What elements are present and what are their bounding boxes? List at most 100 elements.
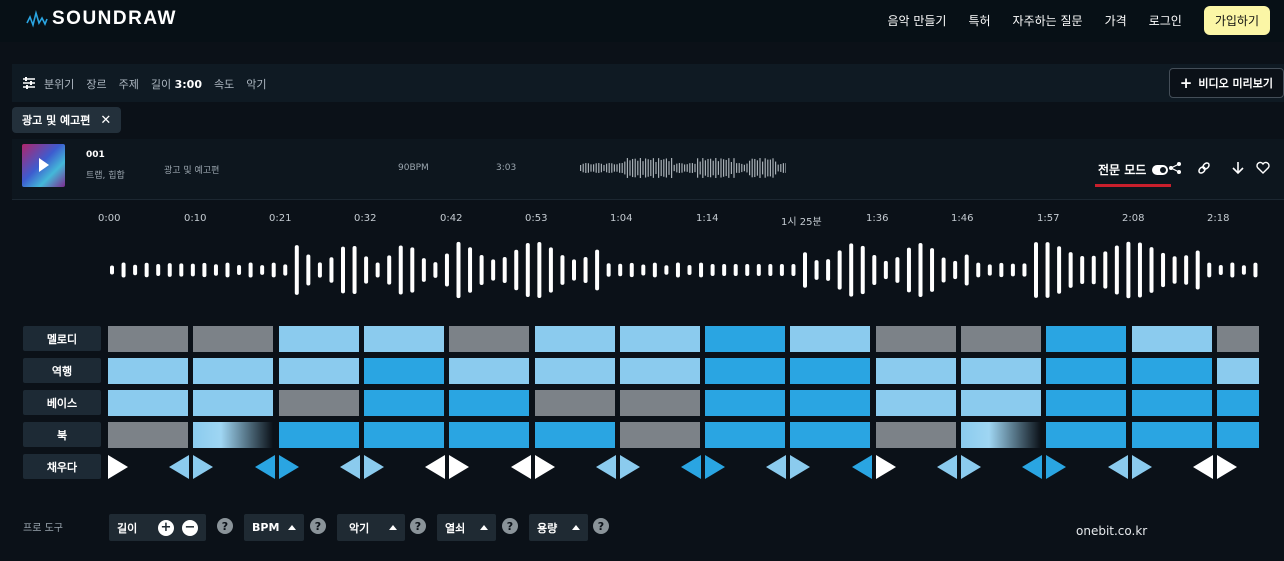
section-block[interactable]	[193, 358, 274, 384]
heart-icon[interactable]	[1256, 161, 1270, 175]
video-preview-button[interactable]: + 비디오 미리보기	[1168, 68, 1284, 98]
fill-right-triangle-icon[interactable]	[1131, 455, 1152, 479]
fill-right-triangle-icon[interactable]	[1046, 455, 1067, 479]
section-block[interactable]	[619, 422, 700, 448]
section-block[interactable]	[1131, 390, 1212, 416]
bpm-control[interactable]: BPM	[244, 514, 304, 541]
mini-waveform[interactable]	[580, 157, 786, 179]
section-block[interactable]	[790, 422, 871, 448]
section-block[interactable]	[790, 326, 871, 352]
section-block[interactable]	[363, 390, 444, 416]
fill-right-triangle-icon[interactable]	[108, 455, 128, 479]
nav-patent[interactable]: 특허	[968, 12, 990, 29]
section-block[interactable]	[1216, 390, 1259, 416]
sliders-icon[interactable]	[22, 76, 36, 90]
section-block[interactable]	[790, 390, 871, 416]
fill-right-triangle-icon[interactable]	[705, 455, 726, 479]
fill-right-triangle-icon[interactable]	[1216, 455, 1237, 479]
section-block[interactable]	[705, 358, 786, 384]
section-block[interactable]	[619, 358, 700, 384]
help-icon[interactable]: ?	[410, 518, 426, 534]
section-block[interactable]	[193, 390, 274, 416]
link-icon[interactable]	[1197, 161, 1211, 175]
section-block[interactable]	[1216, 422, 1259, 448]
fill-left-triangle-icon[interactable]	[425, 455, 446, 479]
section-block[interactable]	[790, 358, 871, 384]
section-block[interactable]	[108, 390, 188, 416]
section-block[interactable]	[278, 390, 359, 416]
fill-right-triangle-icon[interactable]	[193, 455, 214, 479]
fill-left-triangle-icon[interactable]	[595, 455, 616, 479]
fill-left-triangle-icon[interactable]	[254, 455, 275, 479]
section-block[interactable]	[961, 358, 1041, 384]
toggle-switch-icon[interactable]	[1152, 164, 1169, 175]
section-block[interactable]	[363, 358, 444, 384]
section-block[interactable]	[1216, 358, 1259, 384]
fill-right-triangle-icon[interactable]	[363, 455, 384, 479]
section-block[interactable]	[449, 326, 530, 352]
fill-left-triangle-icon[interactable]	[510, 455, 531, 479]
share-icon[interactable]	[1168, 161, 1182, 175]
fill-left-triangle-icon[interactable]	[169, 455, 190, 479]
section-block[interactable]	[278, 422, 359, 448]
section-block[interactable]	[278, 358, 359, 384]
minus-circle-icon[interactable]: −	[182, 519, 198, 536]
fill-left-triangle-icon[interactable]	[1022, 455, 1043, 479]
section-block[interactable]	[1046, 390, 1127, 416]
fill-right-triangle-icon[interactable]	[875, 455, 896, 479]
section-block[interactable]	[278, 326, 359, 352]
fill-left-triangle-icon[interactable]	[937, 455, 957, 479]
download-icon[interactable]	[1231, 161, 1245, 175]
play-icon[interactable]	[39, 158, 49, 172]
filter-mood[interactable]: 분위기	[44, 76, 74, 92]
section-block[interactable]	[449, 358, 530, 384]
section-block[interactable]	[875, 358, 956, 384]
nav-faq[interactable]: 자주하는 질문	[1013, 12, 1083, 29]
section-block[interactable]	[534, 358, 615, 384]
section-block[interactable]	[193, 326, 274, 352]
section-block[interactable]	[1131, 326, 1212, 352]
section-block[interactable]	[961, 390, 1041, 416]
section-block[interactable]	[1046, 326, 1127, 352]
section-block[interactable]	[534, 326, 615, 352]
fill-left-triangle-icon[interactable]	[851, 455, 872, 479]
section-block[interactable]	[1046, 422, 1127, 448]
help-icon[interactable]: ?	[502, 518, 518, 534]
instrument-control[interactable]: 악기	[337, 514, 405, 541]
section-block[interactable]	[449, 390, 530, 416]
filter-instrument[interactable]: 악기	[246, 76, 266, 92]
section-block[interactable]	[619, 390, 700, 416]
fill-left-triangle-icon[interactable]	[1107, 455, 1128, 479]
section-block[interactable]	[1216, 326, 1259, 352]
section-block[interactable]	[534, 390, 615, 416]
help-icon[interactable]: ?	[593, 518, 609, 534]
fill-left-triangle-icon[interactable]	[766, 455, 787, 479]
help-icon[interactable]: ?	[310, 518, 326, 534]
section-block[interactable]	[705, 422, 786, 448]
section-block[interactable]	[534, 422, 615, 448]
fill-right-triangle-icon[interactable]	[278, 455, 299, 479]
section-block[interactable]	[875, 390, 956, 416]
track-row[interactable]: 001 트랩, 힙합 광고 및 예고편 90BPM 3:03 전문 모드	[12, 139, 1284, 200]
filter-length[interactable]: 길이 3:00	[151, 76, 202, 92]
plus-circle-icon[interactable]: +	[158, 519, 174, 536]
key-control[interactable]: 열쇠	[437, 514, 496, 541]
nav-create-music[interactable]: 음악 만들기	[887, 12, 946, 29]
section-block[interactable]	[961, 422, 1041, 448]
signup-button[interactable]: 가입하기	[1203, 6, 1270, 35]
section-block[interactable]	[1131, 422, 1212, 448]
section-block[interactable]	[193, 422, 274, 448]
section-block[interactable]	[875, 422, 956, 448]
section-block[interactable]	[875, 326, 956, 352]
filter-genre[interactable]: 장르	[86, 76, 106, 92]
section-block[interactable]	[705, 326, 786, 352]
pro-mode-toggle[interactable]: 전문 모드	[1098, 161, 1169, 178]
section-block[interactable]	[619, 326, 700, 352]
section-block[interactable]	[108, 326, 188, 352]
fill-left-triangle-icon[interactable]	[1192, 455, 1213, 479]
nav-pricing[interactable]: 가격	[1105, 12, 1127, 29]
help-icon[interactable]: ?	[217, 518, 233, 534]
waveform[interactable]	[107, 238, 1259, 302]
section-block[interactable]	[961, 326, 1041, 352]
section-block[interactable]	[363, 326, 444, 352]
